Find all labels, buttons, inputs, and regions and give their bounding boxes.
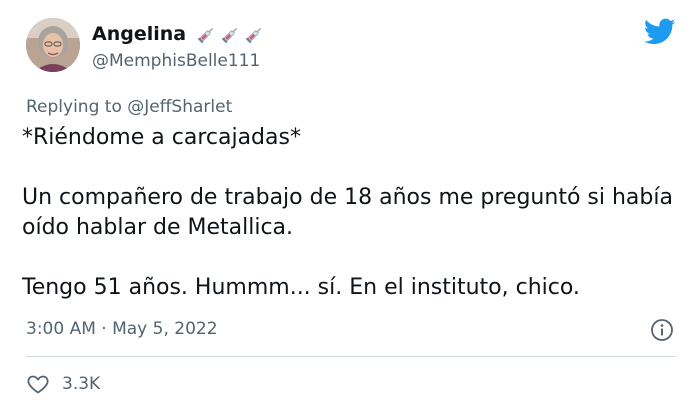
tweet-text: *Riéndome a carcajadas* Un compañero de …: [22, 123, 682, 303]
tweet-line: Un compañero de trabajo de 18 años me pr…: [22, 185, 673, 240]
avatar[interactable]: [26, 18, 80, 72]
twitter-bird-icon[interactable]: [644, 18, 676, 46]
divider: [26, 356, 676, 357]
tweet-line: *Riéndome a carcajadas*: [22, 125, 301, 150]
display-name-row[interactable]: Angelina: [92, 22, 266, 46]
heart-icon[interactable]: [26, 372, 50, 396]
syringe-icon: [197, 27, 214, 44]
reply-mention-link[interactable]: @JeffSharlet: [127, 97, 232, 117]
like-button[interactable]: 3.3K: [26, 372, 100, 396]
tweet-card: Angelina @MemphisBelle111 Replying to @J…: [0, 0, 700, 410]
replying-to: Replying to @JeffSharlet: [26, 96, 232, 118]
avatar-image: [26, 18, 80, 72]
info-icon[interactable]: [650, 318, 674, 342]
display-name[interactable]: Angelina: [92, 22, 186, 46]
like-count: 3.3K: [62, 374, 101, 394]
user-handle[interactable]: @MemphisBelle111: [92, 50, 260, 72]
replying-to-label: Replying to: [26, 97, 128, 117]
tweet-timestamp[interactable]: 3:00 AM · May 5, 2022: [26, 318, 218, 340]
badge-emojis: [196, 23, 266, 45]
syringe-icon: [245, 27, 262, 44]
syringe-icon: [221, 27, 238, 44]
tweet-line: Tengo 51 años. Hummm... sí. En el instit…: [22, 275, 580, 300]
